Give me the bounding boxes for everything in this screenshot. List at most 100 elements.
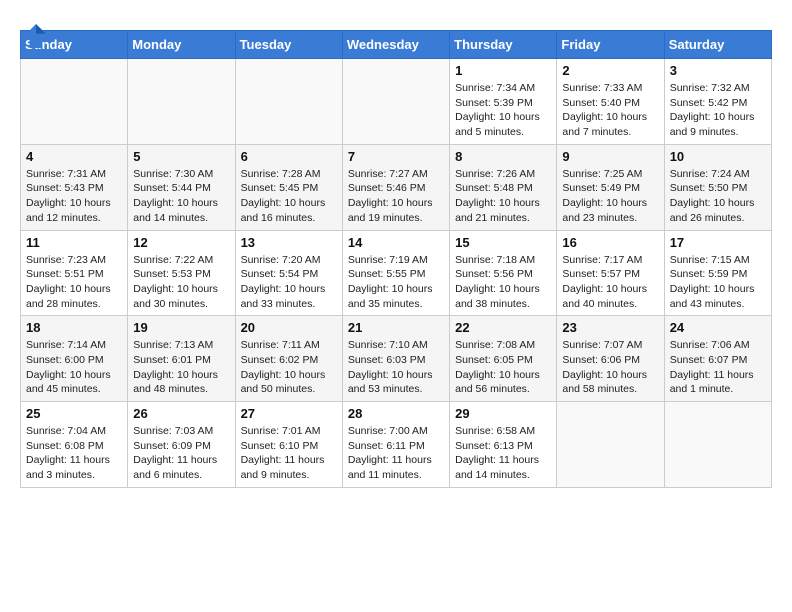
calendar-cell: 1 Sunrise: 7:34 AMSunset: 5:39 PMDaylight… bbox=[450, 59, 557, 145]
day-number: 9 bbox=[562, 149, 658, 164]
day-number: 18 bbox=[26, 320, 122, 335]
calendar-cell bbox=[21, 59, 128, 145]
day-info: Sunrise: 7:26 AMSunset: 5:48 PMDaylight:… bbox=[455, 167, 551, 226]
day-number: 6 bbox=[241, 149, 337, 164]
calendar-cell: 25 Sunrise: 7:04 AMSunset: 6:08 PMDayligh… bbox=[21, 402, 128, 488]
calendar-cell: 14 Sunrise: 7:19 AMSunset: 5:55 PMDayligh… bbox=[342, 230, 449, 316]
calendar-cell: 28 Sunrise: 7:00 AMSunset: 6:11 PMDayligh… bbox=[342, 402, 449, 488]
day-number: 2 bbox=[562, 63, 658, 78]
day-number: 3 bbox=[670, 63, 766, 78]
calendar-cell: 11 Sunrise: 7:23 AMSunset: 5:51 PMDayligh… bbox=[21, 230, 128, 316]
day-info: Sunrise: 7:19 AMSunset: 5:55 PMDaylight:… bbox=[348, 253, 444, 312]
day-info: Sunrise: 7:00 AMSunset: 6:11 PMDaylight:… bbox=[348, 424, 444, 483]
day-info: Sunrise: 7:04 AMSunset: 6:08 PMDaylight:… bbox=[26, 424, 122, 483]
day-number: 28 bbox=[348, 406, 444, 421]
day-number: 16 bbox=[562, 235, 658, 250]
calendar-week-row: 1 Sunrise: 7:34 AMSunset: 5:39 PMDaylight… bbox=[21, 59, 772, 145]
calendar-cell: 27 Sunrise: 7:01 AMSunset: 6:10 PMDayligh… bbox=[235, 402, 342, 488]
day-info: Sunrise: 7:25 AMSunset: 5:49 PMDaylight:… bbox=[562, 167, 658, 226]
day-info: Sunrise: 7:31 AMSunset: 5:43 PMDaylight:… bbox=[26, 167, 122, 226]
calendar-cell: 7 Sunrise: 7:27 AMSunset: 5:46 PMDaylight… bbox=[342, 144, 449, 230]
calendar-body: 1 Sunrise: 7:34 AMSunset: 5:39 PMDaylight… bbox=[21, 59, 772, 488]
day-number: 5 bbox=[133, 149, 229, 164]
day-info: Sunrise: 7:22 AMSunset: 5:53 PMDaylight:… bbox=[133, 253, 229, 312]
day-number: 13 bbox=[241, 235, 337, 250]
day-of-week-header: Thursday bbox=[450, 31, 557, 59]
day-number: 17 bbox=[670, 235, 766, 250]
calendar-cell: 26Sunrise: 7:03 AMSunset: 6:09 PMDayligh… bbox=[128, 402, 235, 488]
day-info: Sunrise: 7:28 AMSunset: 5:45 PMDaylight:… bbox=[241, 167, 337, 226]
calendar-cell: 17 Sunrise: 7:15 AMSunset: 5:59 PMDayligh… bbox=[664, 230, 771, 316]
calendar-week-row: 25 Sunrise: 7:04 AMSunset: 6:08 PMDayligh… bbox=[21, 402, 772, 488]
day-number: 20 bbox=[241, 320, 337, 335]
day-of-week-header: Wednesday bbox=[342, 31, 449, 59]
day-info: Sunrise: 6:58 AMSunset: 6:13 PMDaylight:… bbox=[455, 424, 551, 483]
day-info: Sunrise: 7:23 AMSunset: 5:51 PMDaylight:… bbox=[26, 253, 122, 312]
day-number: 14 bbox=[348, 235, 444, 250]
day-info: Sunrise: 7:01 AMSunset: 6:10 PMDaylight:… bbox=[241, 424, 337, 483]
day-number: 19 bbox=[133, 320, 229, 335]
day-number: 26 bbox=[133, 406, 229, 421]
day-info: Sunrise: 7:13 AMSunset: 6:01 PMDaylight:… bbox=[133, 338, 229, 397]
calendar-table: SundayMondayTuesdayWednesdayThursdayFrid… bbox=[20, 30, 772, 488]
day-number: 15 bbox=[455, 235, 551, 250]
day-number: 11 bbox=[26, 235, 122, 250]
calendar-cell: 22 Sunrise: 7:08 AMSunset: 6:05 PMDayligh… bbox=[450, 316, 557, 402]
day-info: Sunrise: 7:34 AMSunset: 5:39 PMDaylight:… bbox=[455, 81, 551, 140]
calendar-header-row: SundayMondayTuesdayWednesdayThursdayFrid… bbox=[21, 31, 772, 59]
day-number: 25 bbox=[26, 406, 122, 421]
day-of-week-header: Saturday bbox=[664, 31, 771, 59]
day-of-week-header: Friday bbox=[557, 31, 664, 59]
day-info: Sunrise: 7:07 AMSunset: 6:06 PMDaylight:… bbox=[562, 338, 658, 397]
day-info: Sunrise: 7:33 AMSunset: 5:40 PMDaylight:… bbox=[562, 81, 658, 140]
day-info: Sunrise: 7:27 AMSunset: 5:46 PMDaylight:… bbox=[348, 167, 444, 226]
calendar-cell: 2 Sunrise: 7:33 AMSunset: 5:40 PMDaylight… bbox=[557, 59, 664, 145]
calendar-cell: 16Sunrise: 7:17 AMSunset: 5:57 PMDayligh… bbox=[557, 230, 664, 316]
calendar-cell: 20 Sunrise: 7:11 AMSunset: 6:02 PMDayligh… bbox=[235, 316, 342, 402]
calendar-cell: 8 Sunrise: 7:26 AMSunset: 5:48 PMDaylight… bbox=[450, 144, 557, 230]
day-info: Sunrise: 7:32 AMSunset: 5:42 PMDaylight:… bbox=[670, 81, 766, 140]
calendar-cell: 6 Sunrise: 7:28 AMSunset: 5:45 PMDaylight… bbox=[235, 144, 342, 230]
logo-icon bbox=[20, 20, 52, 52]
day-info: Sunrise: 7:11 AMSunset: 6:02 PMDaylight:… bbox=[241, 338, 337, 397]
day-number: 8 bbox=[455, 149, 551, 164]
day-info: Sunrise: 7:10 AMSunset: 6:03 PMDaylight:… bbox=[348, 338, 444, 397]
calendar-cell bbox=[664, 402, 771, 488]
calendar-cell: 13 Sunrise: 7:20 AMSunset: 5:54 PMDayligh… bbox=[235, 230, 342, 316]
calendar-cell bbox=[128, 59, 235, 145]
calendar-week-row: 18Sunrise: 7:14 AMSunset: 6:00 PMDayligh… bbox=[21, 316, 772, 402]
calendar-cell: 15 Sunrise: 7:18 AMSunset: 5:56 PMDayligh… bbox=[450, 230, 557, 316]
calendar-cell: 4 Sunrise: 7:31 AMSunset: 5:43 PMDaylight… bbox=[21, 144, 128, 230]
calendar-cell: 12 Sunrise: 7:22 AMSunset: 5:53 PMDayligh… bbox=[128, 230, 235, 316]
day-of-week-header: Tuesday bbox=[235, 31, 342, 59]
day-number: 1 bbox=[455, 63, 551, 78]
day-number: 27 bbox=[241, 406, 337, 421]
calendar-cell: 29 Sunrise: 6:58 AMSunset: 6:13 PMDayligh… bbox=[450, 402, 557, 488]
calendar-cell: 9 Sunrise: 7:25 AMSunset: 5:49 PMDaylight… bbox=[557, 144, 664, 230]
day-number: 4 bbox=[26, 149, 122, 164]
day-info: Sunrise: 7:30 AMSunset: 5:44 PMDaylight:… bbox=[133, 167, 229, 226]
calendar-cell bbox=[235, 59, 342, 145]
day-info: Sunrise: 7:15 AMSunset: 5:59 PMDaylight:… bbox=[670, 253, 766, 312]
calendar-week-row: 11 Sunrise: 7:23 AMSunset: 5:51 PMDayligh… bbox=[21, 230, 772, 316]
day-number: 7 bbox=[348, 149, 444, 164]
calendar-cell: 23 Sunrise: 7:07 AMSunset: 6:06 PMDayligh… bbox=[557, 316, 664, 402]
calendar-cell: 19 Sunrise: 7:13 AMSunset: 6:01 PMDayligh… bbox=[128, 316, 235, 402]
calendar-cell bbox=[342, 59, 449, 145]
day-of-week-header: Monday bbox=[128, 31, 235, 59]
calendar-week-row: 4 Sunrise: 7:31 AMSunset: 5:43 PMDaylight… bbox=[21, 144, 772, 230]
logo bbox=[20, 20, 56, 52]
day-number: 10 bbox=[670, 149, 766, 164]
day-info: Sunrise: 7:08 AMSunset: 6:05 PMDaylight:… bbox=[455, 338, 551, 397]
calendar-cell bbox=[557, 402, 664, 488]
calendar-cell: 5 Sunrise: 7:30 AMSunset: 5:44 PMDaylight… bbox=[128, 144, 235, 230]
calendar-cell: 21Sunrise: 7:10 AMSunset: 6:03 PMDayligh… bbox=[342, 316, 449, 402]
day-info: Sunrise: 7:20 AMSunset: 5:54 PMDaylight:… bbox=[241, 253, 337, 312]
day-number: 22 bbox=[455, 320, 551, 335]
day-number: 23 bbox=[562, 320, 658, 335]
day-number: 29 bbox=[455, 406, 551, 421]
calendar-cell: 18Sunrise: 7:14 AMSunset: 6:00 PMDayligh… bbox=[21, 316, 128, 402]
day-info: Sunrise: 7:18 AMSunset: 5:56 PMDaylight:… bbox=[455, 253, 551, 312]
day-info: Sunrise: 7:06 AMSunset: 6:07 PMDaylight:… bbox=[670, 338, 766, 397]
day-number: 12 bbox=[133, 235, 229, 250]
